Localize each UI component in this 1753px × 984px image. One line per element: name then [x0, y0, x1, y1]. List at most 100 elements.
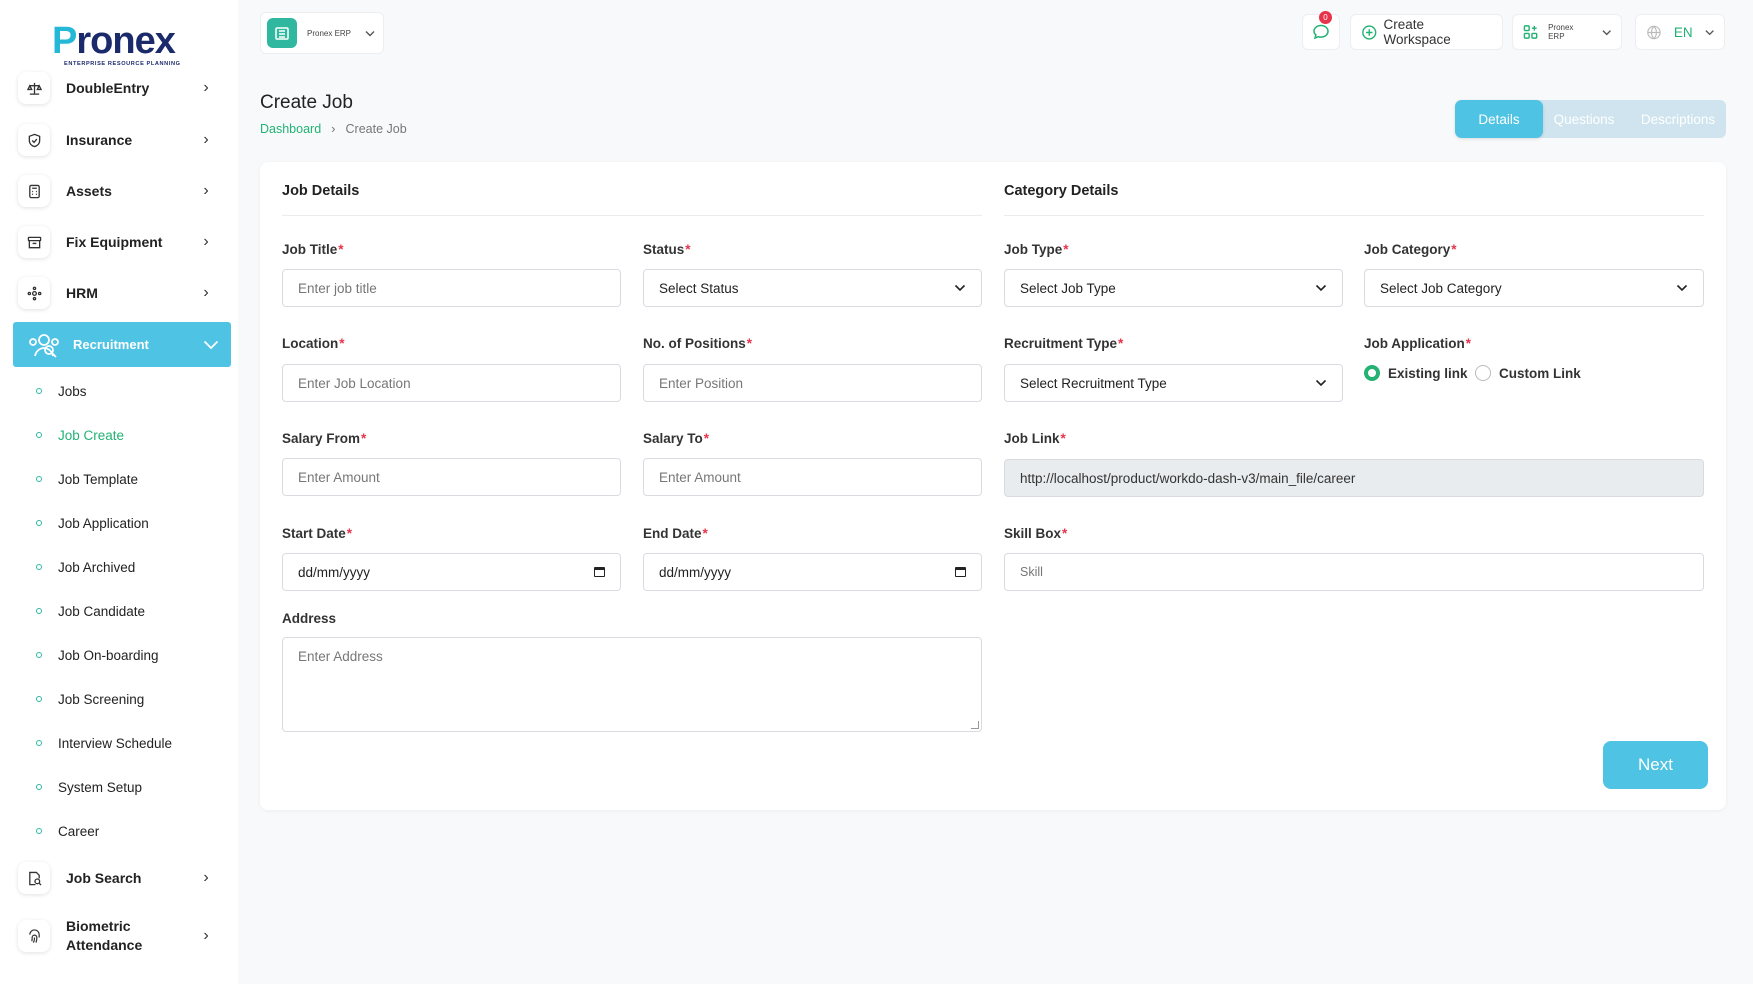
job-category-select[interactable]: Select Job Category	[1364, 269, 1704, 307]
sidebar-subitem-interview-schedule[interactable]: Interview Schedule	[36, 732, 172, 754]
tab-details[interactable]: Details	[1455, 100, 1543, 138]
bullet-icon	[36, 432, 42, 438]
logo-letters: ronex	[76, 20, 175, 62]
recruitment-type-select[interactable]: Select Recruitment Type	[1004, 364, 1343, 402]
address-textarea[interactable]: Enter Address	[282, 637, 982, 732]
sidebar-subitem-job-screening[interactable]: Job Screening	[36, 688, 144, 710]
bullet-icon	[36, 520, 42, 526]
start-date-input[interactable]: dd/mm/yyyy	[282, 553, 621, 591]
positions-input[interactable]: Enter Position	[643, 364, 982, 402]
salary-to-input[interactable]: Enter Amount	[643, 458, 982, 496]
breadcrumb-current: Create Job	[345, 121, 407, 136]
sidebar-subitem-job-archived[interactable]: Job Archived	[36, 556, 135, 578]
salary-from-label: Salary From*	[282, 431, 367, 446]
salary-from-input[interactable]: Enter Amount	[282, 458, 621, 496]
sidebar-subitem-career[interactable]: Career	[36, 820, 99, 842]
end-date-input[interactable]: dd/mm/yyyy	[643, 553, 982, 591]
location-input[interactable]: Enter Job Location	[282, 364, 621, 402]
sidebar-subitem-job-template[interactable]: Job Template	[36, 468, 138, 490]
sidebar-item-label: Job Search	[66, 869, 142, 886]
sidebar-item-doubleentry[interactable]: DoubleEntry ›	[18, 68, 214, 108]
sidebar-item-label: DoubleEntry	[66, 79, 150, 96]
bullet-icon	[36, 476, 42, 482]
chevron-right-icon: ›	[203, 233, 209, 250]
erp-selector-label: Pronex ERP	[1548, 23, 1574, 41]
sidebar-subitem-label: Job Screening	[58, 691, 145, 707]
sidebar-item-label: HRM	[66, 284, 98, 301]
sidebar-subitem-job-create[interactable]: Job Create	[36, 424, 124, 446]
chevron-right-icon: ›	[203, 182, 209, 199]
sidebar-subitem-label: Job Candidate	[58, 603, 146, 619]
status-select[interactable]: Select Status	[643, 269, 982, 307]
resize-handle-icon[interactable]	[971, 721, 979, 729]
network-icon	[18, 277, 50, 309]
sidebar-item-assets[interactable]: Assets ›	[18, 171, 214, 211]
sidebar-item-job-search[interactable]: Job Search ›	[18, 858, 214, 898]
job-type-select-value: Select Job Type	[1020, 280, 1116, 296]
skill-box-input[interactable]: Skill	[1004, 553, 1704, 591]
bullet-icon	[36, 388, 42, 394]
recruitment-type-select-value: Select Recruitment Type	[1020, 375, 1167, 391]
radio-custom-label: Custom Link	[1499, 365, 1581, 381]
status-label: Status*	[643, 242, 691, 257]
bullet-icon	[36, 564, 42, 570]
sidebar-subitem-system-setup[interactable]: System Setup	[36, 776, 142, 798]
chevron-down-icon	[1315, 379, 1327, 387]
radio-existing-link[interactable]: Existing link	[1364, 365, 1468, 381]
sidebar-item-insurance[interactable]: Insurance ›	[18, 120, 214, 160]
erp-selector[interactable]: Pronex ERP	[1512, 14, 1622, 50]
end-date-value: dd/mm/yyyy	[659, 564, 732, 580]
sidebar-subitem-label: Job Create	[58, 427, 125, 443]
sidebar-subitem-jobs[interactable]: Jobs	[36, 380, 87, 402]
sidebar-subitem-job-candidate[interactable]: Job Candidate	[36, 600, 145, 622]
job-title-input[interactable]: Enter job title	[282, 269, 621, 307]
radio-custom-link[interactable]: Custom Link	[1475, 365, 1581, 381]
calendar-icon[interactable]	[955, 567, 966, 577]
workspace-switcher[interactable]: Pronex ERP	[260, 12, 384, 54]
calendar-icon[interactable]	[594, 567, 605, 577]
shield-icon	[18, 124, 50, 156]
messages-button[interactable]: 0	[1302, 11, 1340, 50]
status-select-value: Select Status	[659, 280, 739, 296]
sidebar-item-fix-equipment[interactable]: Fix Equipment ›	[18, 222, 214, 262]
sidebar-item-recruitment[interactable]: Recruitment	[13, 322, 231, 367]
next-button[interactable]: Next	[1603, 741, 1708, 789]
sidebar-subitem-label: Job Template	[58, 471, 139, 487]
create-workspace-button[interactable]: Create Workspace	[1350, 14, 1503, 50]
bullet-icon	[36, 608, 42, 614]
plus-circle-icon	[1362, 24, 1377, 40]
job-link-field[interactable]: http://localhost/product/workdo-dash-v3/…	[1004, 459, 1704, 497]
chevron-down-icon	[1315, 284, 1327, 292]
chat-icon	[1313, 24, 1329, 40]
address-placeholder: Enter Address	[298, 649, 383, 664]
recruitment-icon	[25, 326, 63, 364]
sidebar-subitem-label: Job On-boarding	[58, 647, 159, 663]
job-title-label: Job Title*	[282, 242, 344, 257]
job-link-label: Job Link*	[1004, 431, 1066, 446]
sidebar-item-label: Fix Equipment	[66, 233, 163, 250]
logo-tagline: ENTERPRISE RESOURCE PLANNING	[64, 61, 181, 67]
sidebar-item-hrm[interactable]: HRM ›	[18, 273, 214, 313]
form-tabs: Details Questions Descriptions	[1455, 100, 1726, 138]
end-date-label: End Date*	[643, 526, 708, 541]
notification-badge: 0	[1319, 11, 1332, 24]
calculator-icon	[18, 175, 50, 207]
sidebar-item-biometric-attendance[interactable]: Biometric Attendance ›	[18, 914, 214, 958]
bullet-icon	[36, 784, 42, 790]
address-label: Address	[282, 611, 337, 626]
bullet-icon	[36, 652, 42, 658]
tab-questions[interactable]: Questions	[1540, 100, 1628, 138]
tab-descriptions[interactable]: Descriptions	[1630, 100, 1726, 138]
recruitment-type-label: Recruitment Type*	[1004, 336, 1124, 351]
language-selector[interactable]: EN	[1635, 14, 1725, 50]
job-type-select[interactable]: Select Job Type	[1004, 269, 1343, 307]
sidebar-subitem-label: Career	[58, 823, 100, 839]
chevron-right-icon: ›	[203, 79, 209, 96]
radio-existing-label: Existing link	[1388, 365, 1468, 381]
breadcrumb-dashboard-link[interactable]: Dashboard	[260, 122, 321, 136]
sidebar-subitem-job-application[interactable]: Job Application	[36, 512, 149, 534]
job-application-label: Job Application*	[1364, 336, 1472, 351]
location-label: Location*	[282, 336, 345, 351]
pronex-logo[interactable]: Pronex ENTERPRISE RESOURCE PLANNING	[48, 14, 188, 70]
sidebar-subitem-job-onboarding[interactable]: Job On-boarding	[36, 644, 159, 666]
